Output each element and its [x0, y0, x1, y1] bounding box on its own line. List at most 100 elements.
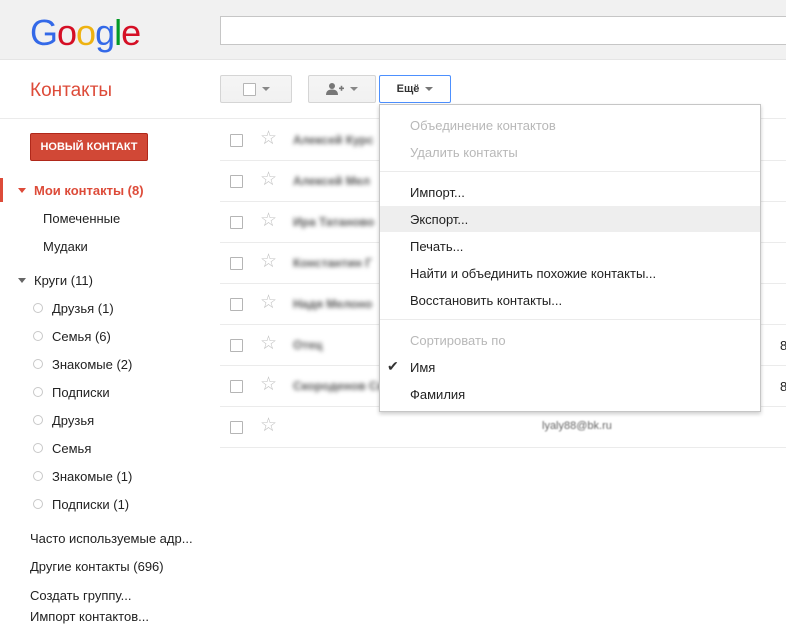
sidebar-item-label: Мои контакты (8) [34, 182, 144, 198]
sidebar-item-frequent[interactable]: Часто используемые адр... [30, 526, 193, 550]
circle-icon [33, 331, 43, 341]
app-title[interactable]: Контакты [30, 80, 112, 102]
sidebar-item-label: Подписки (1) [52, 496, 130, 512]
menu-item-find-merge-duplicates[interactable]: Найти и объединить похожие контакты... [380, 260, 760, 286]
circle-icon [33, 471, 43, 481]
star-icon[interactable]: ☆ [260, 252, 277, 272]
sidebar-item-label: Помеченные [43, 210, 121, 226]
select-checkbox-dropdown[interactable] [220, 75, 292, 103]
sidebar-item-circle[interactable]: Друзья (1) [33, 296, 114, 320]
row-checkbox[interactable] [230, 175, 243, 188]
sidebar-item-label: Импорт контактов... [30, 608, 149, 624]
chevron-down-icon [425, 87, 434, 91]
menu-item-export[interactable]: Экспорт... [380, 206, 760, 232]
menu-separator [380, 319, 760, 320]
contact-email: lyaly88@bk.ru [542, 420, 612, 432]
more-button[interactable]: Ещё [379, 75, 451, 103]
star-icon[interactable]: ☆ [260, 129, 277, 149]
import-contacts-link[interactable]: Импорт контактов... [30, 604, 149, 628]
add-to-circle-button[interactable] [308, 75, 376, 103]
more-button-label: Ещё [396, 83, 420, 95]
row-checkbox[interactable] [230, 380, 243, 393]
row-checkbox[interactable] [230, 257, 243, 270]
logo-letter: e [121, 12, 141, 53]
circle-icon [33, 499, 43, 509]
contact-name: Ира Татаново [293, 215, 375, 229]
sidebar-item-circles[interactable]: Круги (11) [18, 268, 93, 292]
contact-name: Скороденов Се [293, 379, 385, 393]
sidebar-item-label: Друзья (1) [52, 300, 114, 316]
menu-item-sort-first-name[interactable]: ✔ Имя [380, 354, 760, 380]
top-bar: Google [0, 0, 786, 60]
contact-name: Алексей Курс [293, 133, 374, 147]
sidebar-item-circle[interactable]: Знакомые (2) [33, 352, 132, 376]
select-all-checkbox[interactable] [242, 82, 256, 96]
row-checkbox[interactable] [230, 216, 243, 229]
sidebar-item-other-contacts[interactable]: Другие контакты (696) [30, 554, 164, 578]
sidebar-item-circle[interactable]: Подписки (1) [33, 492, 129, 516]
triangle-down-icon [18, 277, 26, 283]
logo-letter: o [76, 12, 96, 53]
sidebar-item-starred[interactable]: Помеченные [43, 206, 120, 230]
sidebar-item-label: Знакомые (2) [52, 356, 133, 372]
sidebar-item-custom-group[interactable]: Мудаки [43, 234, 88, 258]
row-checkbox[interactable] [230, 298, 243, 311]
logo-letter: l [114, 12, 122, 53]
add-person-icon [326, 83, 344, 95]
star-icon[interactable]: ☆ [260, 293, 277, 313]
sidebar-item-label: Семья (6) [52, 328, 111, 344]
checkmark-icon: ✔ [387, 358, 399, 374]
google-logo[interactable]: Google [30, 12, 141, 54]
contact-name: Алексей Мел [293, 174, 371, 188]
star-icon[interactable]: ☆ [260, 416, 277, 436]
triangle-down-icon [18, 187, 26, 193]
menu-heading-sort-by: Сортировать по [410, 332, 506, 348]
sidebar-item-label: Подписки [52, 384, 110, 400]
star-icon[interactable]: ☆ [260, 170, 277, 190]
sidebar-item-circle[interactable]: Семья [33, 436, 91, 460]
sidebar-item-circle[interactable]: Подписки [33, 380, 110, 404]
table-row[interactable]: ☆ lyaly88@bk.ru [220, 407, 786, 448]
menu-item-import[interactable]: Импорт... [380, 179, 760, 205]
logo-letter: g [95, 12, 115, 53]
sidebar-item-label: Знакомые (1) [52, 468, 133, 484]
menu-item-delete-contacts: Удалить контакты [410, 144, 518, 160]
selected-indicator [0, 178, 3, 202]
row-checkbox[interactable] [230, 134, 243, 147]
menu-item-sort-last-name[interactable]: Фамилия [380, 381, 760, 407]
more-dropdown-menu: Объединение контактов Удалить контакты И… [379, 104, 761, 412]
star-icon[interactable]: ☆ [260, 375, 277, 395]
new-contact-button[interactable]: НОВЫЙ КОНТАКТ [30, 133, 148, 161]
contact-name: Надя Мелоно [293, 297, 373, 311]
sidebar-item-label: Создать группу... [30, 587, 132, 603]
circle-icon [33, 359, 43, 369]
circle-icon [33, 443, 43, 453]
menu-item-merge-contacts: Объединение контактов [410, 117, 556, 133]
sidebar-item-label: Семья [52, 440, 92, 456]
logo-letter: G [30, 12, 58, 53]
sidebar-item-label: Круги (11) [34, 272, 93, 288]
menu-separator [380, 171, 760, 172]
sidebar-item-label: Другие контакты (696) [30, 558, 164, 574]
circle-icon [33, 415, 43, 425]
search-input[interactable] [220, 16, 786, 45]
circle-icon [33, 387, 43, 397]
contact-name: Константин Г [293, 256, 373, 270]
menu-item-print[interactable]: Печать... [380, 233, 760, 259]
contact-phone: 8 [780, 338, 786, 353]
row-checkbox[interactable] [230, 421, 243, 434]
contact-name: Отец [293, 338, 323, 352]
sidebar-item-my-contacts[interactable]: Мои контакты (8) [18, 178, 144, 202]
sidebar-item-circle[interactable]: Семья (6) [33, 324, 111, 348]
circle-icon [33, 303, 43, 313]
contact-phone: 8 [780, 379, 786, 394]
sidebar-item-circle[interactable]: Друзья [33, 408, 94, 432]
logo-letter: o [57, 12, 77, 53]
menu-item-label: Имя [410, 359, 436, 375]
menu-item-restore-contacts[interactable]: Восстановить контакты... [380, 287, 760, 313]
row-checkbox[interactable] [230, 339, 243, 352]
star-icon[interactable]: ☆ [260, 334, 277, 354]
star-icon[interactable]: ☆ [260, 211, 277, 231]
sidebar-item-label: Часто используемые адр... [30, 530, 193, 546]
sidebar-item-circle[interactable]: Знакомые (1) [33, 464, 132, 488]
